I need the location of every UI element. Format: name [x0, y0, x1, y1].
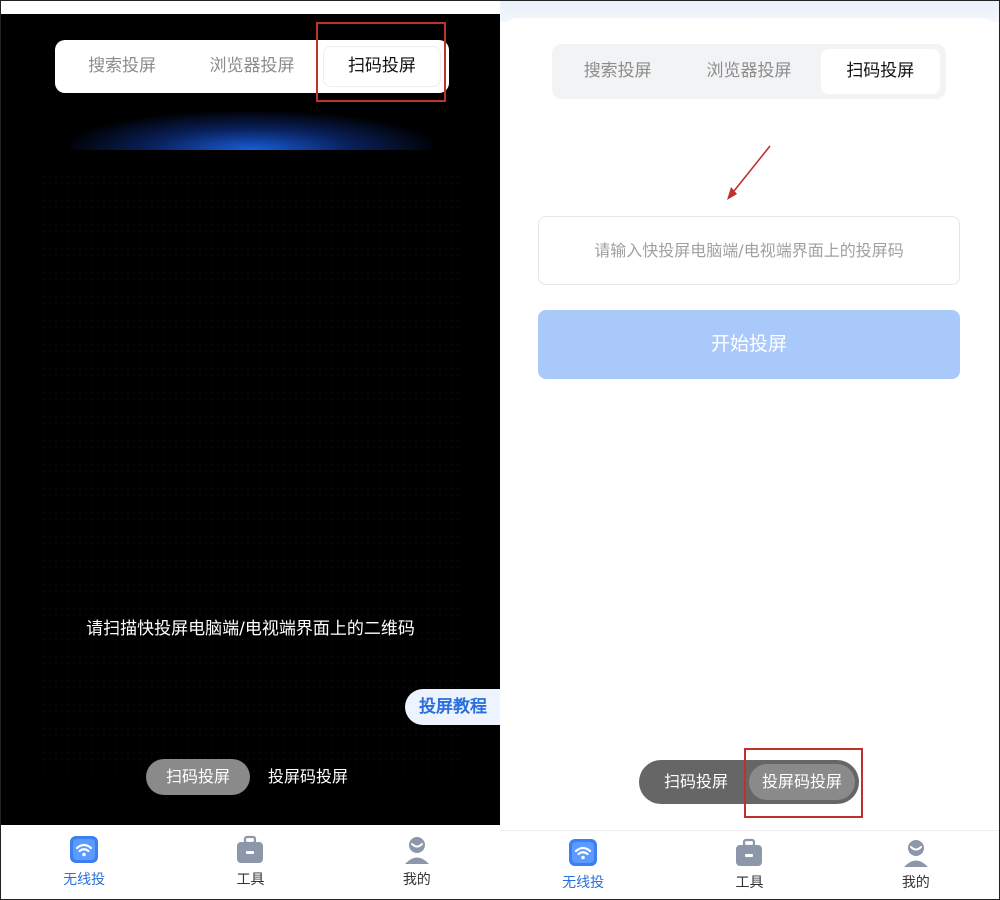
bottom-nav-left: 无线投 工具 我的	[1, 825, 500, 898]
tab-search-cast[interactable]: 搜索投屏	[63, 46, 181, 87]
cast-code-option[interactable]: 投屏码投屏	[250, 759, 366, 795]
scan-qr-option[interactable]: 扫码投屏	[146, 759, 251, 795]
tab-browser-cast[interactable]: 浏览器投屏	[677, 49, 820, 94]
nav-wireless-label: 无线投	[63, 871, 106, 888]
scan-screen: 搜索投屏 浏览器投屏 扫码投屏 请扫描快投屏电脑端/电视端界面上的二维码 投屏教…	[1, 14, 500, 825]
highlight-scan-tab	[316, 22, 446, 102]
nav-wireless[interactable]: 无线投	[1, 825, 167, 898]
toolbox-icon	[736, 838, 763, 866]
nav-tools[interactable]: 工具	[666, 831, 832, 898]
tutorial-button[interactable]: 投屏教程	[405, 689, 500, 725]
bottom-nav-right: 无线投 工具 我的	[500, 830, 999, 898]
user-icon	[404, 836, 429, 864]
nav-tools-label: 工具	[735, 874, 764, 891]
user-icon	[903, 839, 928, 867]
tab-search-cast[interactable]: 搜索投屏	[558, 49, 677, 94]
tab-scan-cast[interactable]: 扫码投屏	[820, 49, 940, 94]
cast-code-input[interactable]	[538, 216, 960, 285]
wireless-cast-icon	[70, 835, 99, 863]
nav-mine[interactable]: 我的	[334, 825, 500, 898]
highlight-cast-code-option	[744, 748, 863, 818]
nav-wireless[interactable]: 无线投	[500, 831, 666, 898]
toolbox-icon	[237, 835, 264, 863]
nav-mine-label: 我的	[901, 874, 930, 891]
scan-mode-switch: 扫码投屏 投屏码投屏	[146, 759, 366, 795]
start-cast-button[interactable]: 开始投屏	[538, 310, 960, 379]
code-screen: 搜索投屏 浏览器投屏 扫码投屏 开始投屏 扫码投屏 投屏码投屏	[500, 18, 999, 830]
nav-mine-label: 我的	[402, 871, 431, 888]
nav-wireless-label: 无线投	[562, 874, 605, 891]
mode-tabs-right: 搜索投屏 浏览器投屏 扫码投屏	[552, 44, 946, 99]
nav-tools-label: 工具	[236, 871, 265, 888]
annotation-arrow-icon	[727, 145, 771, 200]
scan-qr-option[interactable]: 扫码投屏	[643, 764, 749, 800]
scan-hint-text: 请扫描快投屏电脑端/电视端界面上的二维码	[86, 619, 415, 639]
scanner-glow	[71, 112, 431, 150]
camera-preview	[41, 174, 461, 774]
tab-browser-cast[interactable]: 浏览器投屏	[181, 46, 323, 87]
wireless-cast-icon	[569, 838, 598, 866]
nav-tools[interactable]: 工具	[167, 825, 333, 898]
nav-mine[interactable]: 我的	[833, 831, 999, 898]
